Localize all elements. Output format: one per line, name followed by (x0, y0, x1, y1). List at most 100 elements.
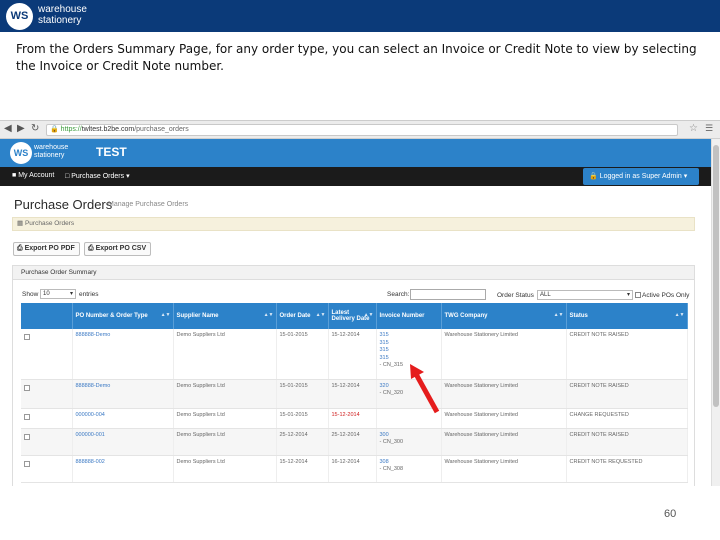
delivery-date-cell: 25-12-2014 (328, 428, 377, 456)
sort-icon: ▲▼ (674, 312, 685, 318)
show-entries-select[interactable]: 10 ▾ (40, 289, 76, 299)
invoice-cell: 300 - CN_300 (376, 428, 442, 456)
app-logo-badge: WS (10, 142, 32, 164)
app-logo-text: warehouse stationery (34, 144, 68, 160)
breadcrumb-label[interactable]: Purchase Orders (25, 220, 74, 227)
company-cell: Warehouse Stationery Limited (441, 428, 567, 456)
invoice-number-link[interactable]: 315 (380, 340, 438, 348)
table-row: 888888-Demo Demo Suppliers Ltd 15-01-201… (21, 379, 688, 409)
po-number-link[interactable]: 000000-001 (72, 428, 174, 456)
ws-logo-badge: WS (6, 3, 33, 30)
order-date-cell: 15-12-2014 (276, 455, 329, 483)
delivery-date-cell: 15-12-2014 (328, 329, 377, 380)
column-header-status[interactable]: Status ▲▼ (566, 303, 688, 329)
entries-label: entries (79, 291, 99, 298)
row-checkbox[interactable] (24, 433, 30, 440)
slide-page-number: 60 (664, 508, 677, 520)
bookmark-star-icon[interactable]: ☆ (689, 123, 698, 134)
row-select-cell (21, 379, 73, 409)
row-checkbox[interactable] (24, 413, 30, 420)
ws-logo-text: warehouse stationery (38, 4, 87, 26)
column-header-invoice[interactable]: Invoice Number (376, 303, 442, 329)
company-cell: Warehouse Stationery Limited (441, 408, 567, 429)
sort-icon: ▲▼ (160, 312, 171, 318)
invoice-cell: 308 - CN_308 (376, 455, 442, 483)
row-select-cell (21, 408, 73, 429)
po-number-link[interactable]: 888888-002 (72, 455, 174, 483)
forward-icon[interactable]: ▶ (17, 123, 25, 134)
nav-my-account[interactable]: ■ My Account (12, 172, 54, 179)
select-column-header (21, 303, 73, 329)
po-number-link[interactable]: 888888-Demo (72, 379, 174, 409)
slide-caption: From the Orders Summary Page, for any or… (16, 42, 697, 73)
lock-icon: 🔒 (50, 126, 59, 133)
row-select-cell (21, 455, 73, 483)
row-select-cell (21, 428, 73, 456)
search-input[interactable] (410, 289, 486, 300)
breadcrumb: ▦ Purchase Orders (12, 217, 695, 231)
scrollbar-thumb[interactable] (713, 145, 719, 407)
logged-in-button[interactable]: 🔒 Logged in as Super Admin ▾ (583, 168, 699, 185)
printer-icon: ⎙ (88, 245, 94, 252)
column-header-company[interactable]: TWG Company ▲▼ (441, 303, 567, 329)
show-entries-value: 10 (43, 291, 50, 297)
logged-in-label: Logged in as Super Admin (599, 173, 682, 180)
row-checkbox[interactable] (24, 334, 30, 340)
logo-line-1: warehouse (38, 4, 87, 15)
reload-icon[interactable]: ↻ (31, 123, 39, 134)
summary-panel-title: Purchase Order Summary (13, 266, 694, 280)
invoice-number-link[interactable]: 300 (380, 432, 438, 440)
invoice-number-link[interactable]: 315 (380, 347, 438, 355)
order-date-cell: 25-12-2014 (276, 428, 329, 456)
nav-purchase-orders[interactable]: □ Purchase Orders ▾ (65, 172, 130, 180)
supplier-cell: Demo Suppliers Ltd (173, 408, 277, 429)
sort-icon: ▲▼ (315, 312, 326, 318)
export-po-csv-button[interactable]: ⎙ Export PO CSV (84, 242, 151, 256)
po-number-link[interactable]: 000000-004 (72, 408, 174, 429)
table-row: 000000-001 Demo Suppliers Ltd 25-12-2014… (21, 428, 688, 456)
credit-note-link[interactable]: - CN_300 (380, 439, 438, 447)
delivery-date-cell: 15-12-2014 (328, 408, 377, 429)
supplier-cell: Demo Suppliers Ltd (173, 428, 277, 456)
column-header-po[interactable]: PO Number & Order Type ▲▼ (72, 303, 174, 329)
status-cell: CREDIT NOTE RAISED (566, 428, 688, 456)
sort-icon: ▲▼ (553, 312, 564, 318)
table-row: 888888-002 Demo Suppliers Ltd 15-12-2014… (21, 455, 688, 483)
page-scrollbar[interactable] (711, 139, 720, 486)
row-checkbox[interactable] (24, 384, 30, 391)
page-title: Purchase Orders (14, 197, 113, 212)
caret-down-icon: ▾ (126, 173, 130, 180)
address-bar[interactable]: 🔒 https://twltest.b2be.com/purchase_orde… (46, 124, 678, 136)
company-cell: Warehouse Stationery Limited (441, 329, 567, 380)
delivery-date-cell: 15-12-2014 (328, 379, 377, 409)
credit-note-link[interactable]: - CN_308 (380, 466, 438, 474)
order-date-cell: 15-01-2015 (276, 408, 329, 429)
show-label: Show (22, 291, 39, 298)
document-icon: □ (65, 173, 70, 180)
back-icon[interactable]: ◀ (4, 123, 12, 134)
status-cell: CHANGE REQUESTED (566, 408, 688, 429)
app-logo-line-1: warehouse (34, 144, 69, 151)
column-header-order-date[interactable]: Order Date ▲▼ (276, 303, 329, 329)
invoice-number-link[interactable]: 315 (380, 332, 438, 340)
slide-header: WS warehouse stationery (0, 0, 720, 32)
export-csv-label: Export PO CSV (95, 245, 147, 252)
order-status-select[interactable]: ALL ▾ (537, 290, 633, 300)
table-row: 000000-004 Demo Suppliers Ltd 15-01-2015… (21, 408, 688, 429)
order-date-cell: 15-01-2015 (276, 379, 329, 409)
status-cell: CREDIT NOTE RAISED (566, 379, 688, 409)
active-only-checkbox[interactable] (635, 292, 641, 298)
browser-menu-icon[interactable]: ☰ (705, 123, 713, 134)
url-scheme: https:// (60, 126, 82, 133)
company-cell: Warehouse Stationery Limited (441, 455, 567, 483)
column-header-delivery-date[interactable]: Latest Delivery Date ▲▼ (328, 303, 377, 329)
po-number-link[interactable]: 888888-Demo (72, 329, 174, 380)
column-header-supplier[interactable]: Supplier Name ▲▼ (173, 303, 277, 329)
purchase-orders-table: PO Number & Order Type ▲▼ Supplier Name ▲▼… (21, 303, 688, 483)
url-path: /purchase_orders (134, 126, 189, 133)
export-po-pdf-button[interactable]: ⎙ Export PO PDF (13, 242, 80, 256)
url-host: twltest.b2be.com (81, 126, 135, 133)
row-checkbox[interactable] (24, 460, 30, 467)
table-row: 888888-Demo Demo Suppliers Ltd 15-01-201… (21, 329, 688, 380)
invoice-number-link[interactable]: 308 (380, 459, 438, 467)
